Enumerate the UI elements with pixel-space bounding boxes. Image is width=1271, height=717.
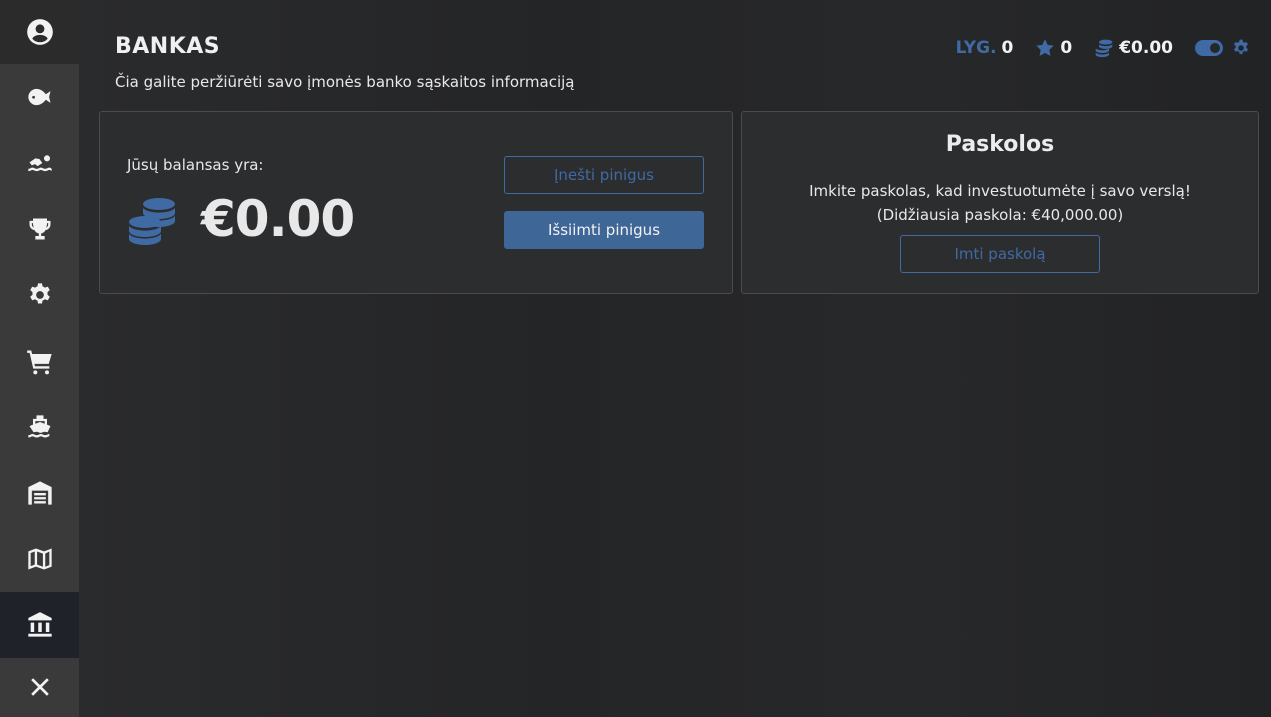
bank-icon: [27, 612, 52, 637]
sidebar-item-profile[interactable]: [0, 0, 79, 64]
sidebar-item-bank[interactable]: [0, 592, 79, 658]
loans-card: Paskolos Imkite paskolas, kad investuotu…: [741, 111, 1259, 294]
star-icon: [1036, 39, 1055, 56]
balance-label: Jūsų balansas yra:: [127, 156, 264, 174]
cart-icon: [26, 350, 52, 375]
sidebar-item-trophies[interactable]: [0, 196, 79, 262]
sidebar-item-fishing[interactable]: [0, 64, 79, 130]
loans-description-block: Imkite paskolas, kad investuotumėte į sa…: [742, 179, 1258, 227]
balance-card: Jūsų balansas yra: €0.00 Įnešti pinigus …: [99, 111, 733, 294]
sidebar-item-warehouse[interactable]: [0, 460, 79, 526]
take-loan-button[interactable]: Imti paskolą: [900, 235, 1100, 273]
loans-description: Imkite paskolas, kad investuotumėte į sa…: [809, 182, 1191, 200]
sidebar-item-map[interactable]: [0, 526, 79, 592]
gear-icon[interactable]: [1231, 38, 1251, 58]
user-circle-icon: [26, 19, 53, 45]
sidebar-item-shop[interactable]: [0, 328, 79, 394]
warehouse-icon: [27, 481, 52, 505]
sidebar-item-ships[interactable]: [0, 394, 79, 460]
money-stat: €0.00: [1094, 38, 1173, 58]
coins-icon: [1095, 39, 1113, 58]
theme-toggle[interactable]: [1195, 40, 1223, 56]
deposit-button[interactable]: Įnešti pinigus: [504, 156, 704, 194]
stars-stat: 0: [1035, 38, 1072, 58]
close-icon: [30, 678, 49, 696]
page-subtitle: Čia galite peržiūrėti savo įmonės banko …: [115, 73, 575, 91]
fish-icon: [27, 88, 50, 106]
swimmer-icon: [27, 155, 52, 172]
page-title: BANKAS: [115, 34, 221, 59]
coins-icon: [129, 198, 175, 245]
gear-icon: [29, 283, 50, 304]
withdraw-button[interactable]: Išsiimti pinigus: [504, 211, 704, 249]
trophy-icon: [28, 218, 51, 240]
balance-amount: €0.00: [201, 190, 355, 248]
loans-max: (Didžiausia paskola: €40,000.00): [876, 206, 1124, 224]
stars-value: 0: [1060, 38, 1073, 58]
level-label: LYG.: [955, 38, 997, 58]
money-value: €0.00: [1119, 38, 1173, 58]
sidebar-item-settings[interactable]: [0, 262, 79, 328]
loans-title: Paskolos: [945, 132, 1055, 157]
status-bar: LYG. 0 0 €0.00: [956, 36, 1251, 60]
level-stat: LYG. 0: [956, 38, 1014, 58]
settings-controls: [1195, 38, 1251, 58]
map-icon: [27, 548, 52, 570]
sidebar-item-swimming[interactable]: [0, 130, 79, 196]
main-content: BANKAS Čia galite peržiūrėti savo įmonės…: [79, 0, 1271, 717]
sidebar: [0, 0, 79, 717]
sidebar-close[interactable]: [0, 657, 79, 717]
ship-icon: [27, 415, 50, 438]
level-value: 0: [1001, 38, 1014, 58]
